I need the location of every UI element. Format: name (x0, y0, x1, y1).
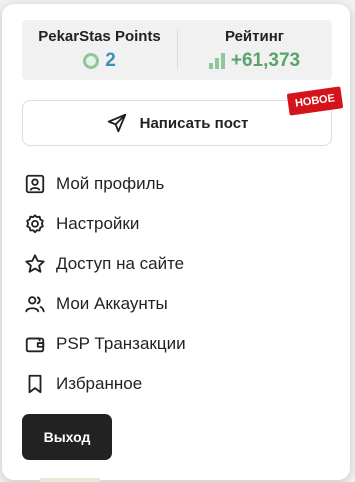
menu-item-psp-transactions[interactable]: PSP Транзакции (24, 324, 186, 364)
rating-value-row: +61,373 (208, 50, 301, 72)
gear-icon (26, 214, 44, 234)
star-icon (25, 254, 45, 273)
rating-value: +61,373 (230, 50, 301, 71)
user-dropdown-menu: PekarStas Points 2 Рейтинг +61,373 Напис (2, 4, 350, 480)
bar-chart-icon (208, 53, 225, 69)
profile-icon (25, 174, 45, 194)
menu-item-favorites[interactable]: Избранное (24, 364, 186, 404)
points-title: PekarStas Points (38, 28, 161, 45)
write-post-label: Написать пост (139, 114, 249, 132)
menu-item-settings[interactable]: Настройки (24, 204, 186, 244)
menu-item-label: Мой профиль (56, 174, 165, 193)
coin-icon (83, 53, 100, 69)
write-post-button[interactable]: Написать пост (22, 100, 332, 146)
points-value: 2 (105, 50, 116, 71)
menu-item-label: Настройки (56, 214, 140, 233)
points-value-row: 2 (83, 50, 116, 72)
menu-items: Мой профиль Настройки Доступ на сайте Мо… (24, 164, 186, 404)
menu-item-site-access[interactable]: Доступ на сайте (24, 244, 186, 284)
menu-item-label: Доступ на сайте (56, 254, 185, 273)
bookmark-icon (28, 374, 42, 394)
logout-button[interactable]: Выход (22, 414, 112, 460)
users-icon (25, 296, 45, 313)
points-stat: PekarStas Points 2 (22, 20, 177, 80)
menu-item-label: Мои Аккаунты (56, 294, 168, 313)
new-badge: НОВОЕ (286, 86, 344, 116)
rating-title: Рейтинг (224, 28, 285, 45)
menu-item-profile[interactable]: Мой профиль (24, 164, 186, 204)
wallet-icon (25, 337, 45, 353)
stats-panel: PekarStas Points 2 Рейтинг +61,373 (22, 20, 332, 80)
send-icon (107, 113, 126, 133)
rating-stat: Рейтинг +61,373 (177, 20, 332, 80)
menu-item-label: PSP Транзакции (56, 334, 186, 353)
menu-item-accounts[interactable]: Мои Аккаунты (24, 284, 186, 324)
background-content-peek (40, 478, 100, 482)
menu-item-label: Избранное (56, 374, 143, 393)
